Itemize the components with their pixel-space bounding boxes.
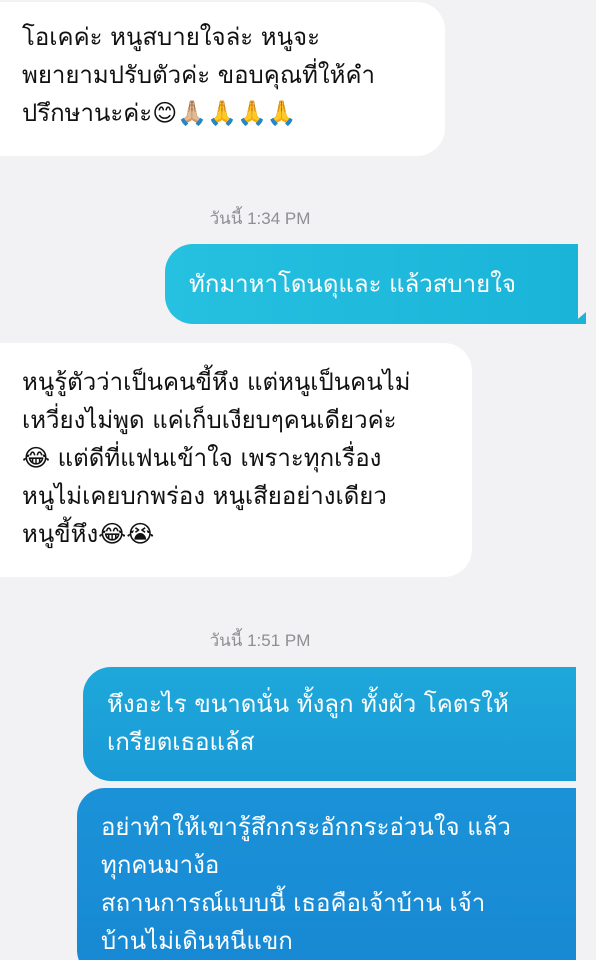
message-timestamp: วันนี้ 1:34 PM [209,209,311,228]
bubble-tail-icon [572,312,586,324]
outgoing-message-bubble[interactable]: ทักมาหาโดนดุและ แล้วสบายใจ [165,244,578,324]
outgoing-message-bubble[interactable]: อย่าทำให้เขารู้สึกกระอักกระอ่วนใจ แล้ว ท… [77,788,576,960]
incoming-message-bubble[interactable]: หนูรู้ตัวว่าเป็นคนขี้หึง แต่หนูเป็นคนไม่… [0,343,472,577]
outgoing-message-bubble[interactable]: หึงอะไร ขนาดนั่น ทั้งลูก ทั้งผัว โคตรให้… [83,667,576,781]
incoming-message-bubble[interactable]: โอเคค่ะ หนูสบายใจล่ะ หนูจะ พยายามปรับตัว… [0,2,445,156]
chat-thread[interactable]: โอเคค่ะ หนูสบายใจล่ะ หนูจะ พยายามปรับตัว… [0,0,596,960]
message-timestamp: วันนี้ 1:51 PM [209,631,311,650]
